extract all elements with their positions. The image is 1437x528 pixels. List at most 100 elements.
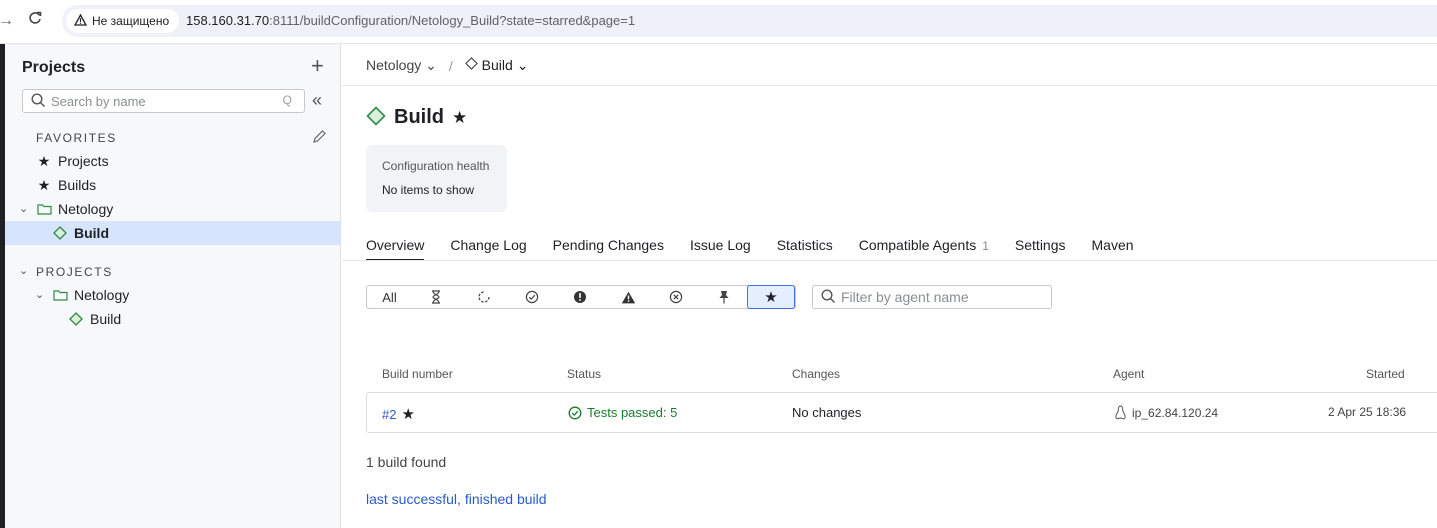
agent-filter[interactable] <box>812 285 1052 309</box>
favorite-item-label: Netology <box>58 201 114 217</box>
tab-compatible-agents[interactable]: Compatible Agents 1 <box>859 234 989 261</box>
favorites-heading: FAVORITES <box>36 131 117 145</box>
filter-running-button[interactable] <box>460 286 508 308</box>
tab-maven[interactable]: Maven <box>1092 234 1134 261</box>
changes-cell[interactable]: No changes <box>792 405 861 420</box>
last-successful-build-link[interactable]: last successful, finished build <box>366 491 547 507</box>
filter-all-button[interactable]: All <box>367 286 412 308</box>
page-title: Build ★ <box>366 106 467 129</box>
url-host: 158.160.31.70 <box>186 13 270 28</box>
star-icon: ★ <box>37 152 51 169</box>
favorite-item-label: Builds <box>58 177 97 193</box>
chevron-down-icon[interactable]: ⌄ <box>19 202 28 215</box>
failed-icon <box>574 291 586 303</box>
sidebar: Projects + Q « FAVORITES ★ Projects ★ Bu… <box>5 44 341 528</box>
reload-icon[interactable] <box>28 11 42 30</box>
running-icon <box>478 291 490 303</box>
build-number-link[interactable]: #2 <box>382 407 396 422</box>
status-cell[interactable]: Tests passed: 5 <box>568 405 677 420</box>
tab-bar: Overview Change Log Pending Changes Issu… <box>366 234 1160 261</box>
project-item-label: Build <box>90 311 122 327</box>
table-row: #2 ★ Tests passed: 5 No changes ip_62.84… <box>366 392 1437 433</box>
browser-toolbar: → Не защищено 158.160.31.70:8111/buildCo… <box>0 0 1437 44</box>
column-header-status[interactable]: Status <box>567 367 601 381</box>
status-text: Tests passed: 5 <box>587 405 678 420</box>
warning-icon <box>621 291 635 303</box>
divider <box>342 260 1437 261</box>
filter-warning-button[interactable] <box>604 286 652 308</box>
tab-issue-log[interactable]: Issue Log <box>690 234 751 261</box>
favorite-item-builds[interactable]: ★ Builds <box>5 173 341 197</box>
chevron-down-icon[interactable]: ⌄ <box>35 288 44 301</box>
tab-label: Settings <box>1014 237 1066 253</box>
health-title: Configuration health <box>382 159 490 173</box>
tab-statistics[interactable]: Statistics <box>777 234 833 261</box>
chevron-down-icon: ⌄ <box>425 57 437 73</box>
security-label: Не защищено <box>92 14 170 28</box>
favorite-item-build[interactable]: Build <box>5 221 341 245</box>
collapse-sidebar-icon[interactable]: « <box>312 91 322 109</box>
tab-change-log[interactable]: Change Log <box>450 234 526 261</box>
url-text: 158.160.31.70:8111/buildConfiguration/Ne… <box>186 13 635 28</box>
agent-filter-input[interactable] <box>841 288 1041 306</box>
breadcrumb-project[interactable]: Netology ⌄ <box>366 57 437 74</box>
warning-icon <box>73 13 88 29</box>
favorite-item-label: Build <box>74 225 109 241</box>
build-state-filter: All ★ <box>366 285 796 309</box>
filter-success-button[interactable] <box>508 286 556 308</box>
security-chip[interactable]: Не защищено <box>66 9 180 33</box>
filter-pinned-button[interactable] <box>700 286 748 308</box>
star-icon[interactable]: ★ <box>401 405 414 423</box>
tab-count-badge: 1 <box>982 239 989 253</box>
projects-heading: PROJECTS <box>36 265 113 279</box>
search-input[interactable] <box>51 92 271 110</box>
build-number-cell: #2 ★ <box>382 405 415 423</box>
filter-failed-button[interactable] <box>556 286 604 308</box>
build-count: 1 build found <box>366 454 447 470</box>
column-header-started[interactable]: Started <box>1366 367 1405 381</box>
chevron-down-icon[interactable]: ⌄ <box>19 264 28 277</box>
tab-settings[interactable]: Settings <box>1015 234 1066 261</box>
divider <box>342 85 1437 86</box>
chevron-down-icon: ⌄ <box>516 57 529 73</box>
agent-cell[interactable]: ip_62.84.120.24 <box>1114 405 1218 420</box>
breadcrumb: Netology ⌄ / Build ⌄ <box>366 57 528 74</box>
success-icon <box>525 290 539 304</box>
breadcrumb-project-label: Netology <box>366 57 422 73</box>
tab-label: Overview <box>366 237 425 253</box>
star-icon: ★ <box>764 289 778 306</box>
favorite-item-netology[interactable]: ⌄ Netology <box>5 197 341 221</box>
project-item-netology[interactable]: ⌄ Netology <box>5 283 341 307</box>
column-header-agent[interactable]: Agent <box>1113 367 1144 381</box>
filter-starred-button[interactable]: ★ <box>747 285 795 309</box>
address-bar[interactable]: Не защищено 158.160.31.70:8111/buildConf… <box>62 5 1437 37</box>
breadcrumb-config-label: Build <box>481 57 513 73</box>
column-header-build-number[interactable]: Build number <box>382 367 453 381</box>
tab-label: Issue Log <box>689 237 751 253</box>
star-icon: ★ <box>37 176 51 193</box>
tab-pending-changes[interactable]: Pending Changes <box>553 234 664 261</box>
tab-overview[interactable]: Overview <box>366 234 425 261</box>
tab-label: Maven <box>1091 237 1134 253</box>
tab-label: Pending Changes <box>552 237 664 253</box>
favorite-item-projects[interactable]: ★ Projects <box>5 149 341 173</box>
started-cell: 2 Apr 25 18:36 <box>1328 405 1407 419</box>
pin-icon <box>719 291 729 304</box>
search-icon <box>821 289 836 307</box>
column-header-changes[interactable]: Changes <box>792 367 840 381</box>
hourglass-icon <box>432 290 440 304</box>
filter-canceled-button[interactable] <box>652 286 700 308</box>
edit-favorites-icon[interactable] <box>312 129 327 148</box>
forward-icon[interactable]: → <box>0 12 14 30</box>
agent-name: ip_62.84.120.24 <box>1132 405 1219 420</box>
sidebar-search[interactable]: Q <box>22 89 305 113</box>
canceled-icon <box>669 290 683 304</box>
star-icon[interactable]: ★ <box>452 108 467 128</box>
project-item-label: Netology <box>74 287 130 303</box>
project-item-build[interactable]: Build <box>5 307 341 331</box>
filter-queued-button[interactable] <box>412 286 460 308</box>
add-project-icon[interactable]: + <box>311 55 324 77</box>
success-icon <box>568 406 582 419</box>
diamond-icon <box>366 106 386 129</box>
breadcrumb-config[interactable]: Build ⌄ <box>464 57 529 74</box>
